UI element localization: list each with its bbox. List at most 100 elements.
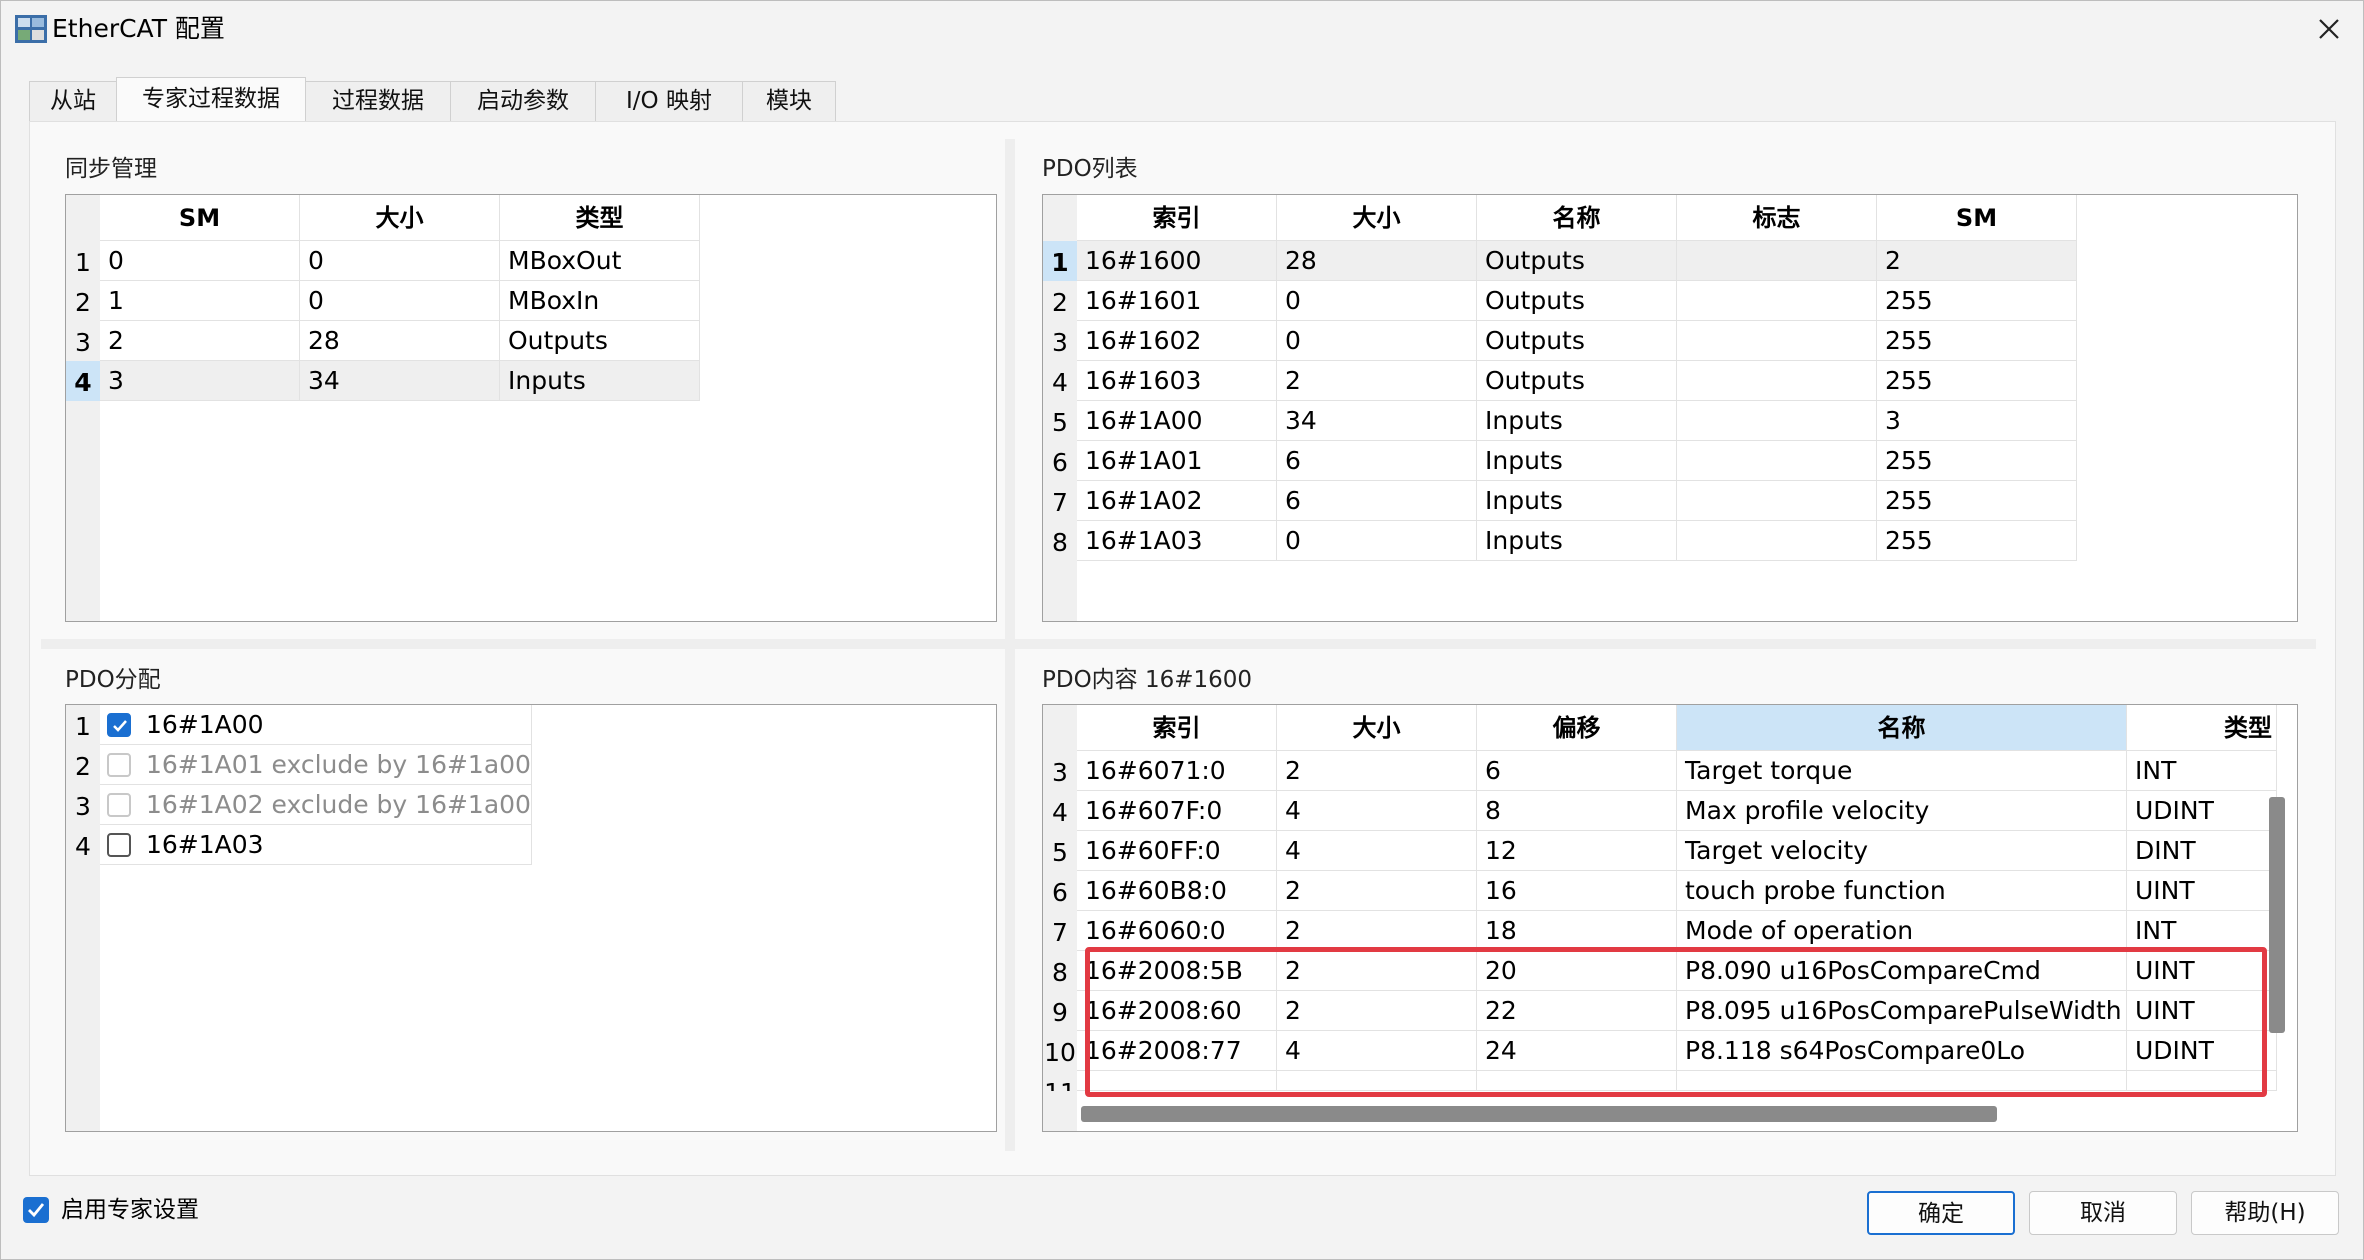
row-number: 6: [1052, 878, 1068, 907]
pdo-list-grid: 索引 大小 名称 标志 SM 1 16#1600 28 Outputs 2 2 …: [1042, 194, 2298, 622]
cell-index: 16#1A02: [1077, 481, 1277, 521]
row-number: 6: [1052, 448, 1068, 477]
cell-flags: [1677, 441, 1877, 481]
pdo-assign-label: 16#1A03: [100, 825, 532, 865]
pdo-assign-label: 16#1A01 exclude by 16#1a00: [100, 745, 532, 785]
cell-size: 6: [1277, 481, 1477, 521]
cell-sm: 255: [1877, 361, 2077, 401]
ok-button[interactable]: 确定: [1867, 1191, 2015, 1235]
row-number: 2: [75, 752, 91, 781]
cell-type: MBoxOut: [500, 241, 700, 281]
sync-manager-grid: SM 大小 类型 1 0 0 MBoxOut 2 1 0 MBoxIn 3 2 …: [65, 194, 997, 622]
cell-name: Target velocity: [1677, 831, 2127, 871]
expert-settings-label: 启用专家设置: [61, 1197, 199, 1223]
sync-manager-title: 同步管理: [65, 156, 157, 182]
cell-index: 16#1601: [1077, 281, 1277, 321]
cell-index: 16#1603: [1077, 361, 1277, 401]
column-header-sm[interactable]: SM: [100, 195, 300, 241]
tab-expert-process-data[interactable]: 专家过程数据: [116, 77, 306, 121]
column-header-offset[interactable]: 偏移: [1477, 705, 1677, 751]
cell-size: 4: [1277, 831, 1477, 871]
column-header-size[interactable]: 大小: [1277, 195, 1477, 241]
cell-name: Inputs: [1477, 441, 1677, 481]
cell-type: INT: [2127, 911, 2277, 951]
row-number: 4: [1052, 368, 1068, 397]
cell-type: DINT: [2127, 831, 2277, 871]
cell-flags: [1677, 321, 1877, 361]
column-header-sm[interactable]: SM: [1877, 195, 2077, 241]
highlight-box: [1085, 947, 2267, 1097]
column-header-size[interactable]: 大小: [300, 195, 500, 241]
row-number: 5: [1052, 838, 1068, 867]
column-header-index[interactable]: 索引: [1077, 195, 1277, 241]
cell-index: 16#1602: [1077, 321, 1277, 361]
row-number: 7: [1052, 918, 1068, 947]
cell-size: 28: [1277, 241, 1477, 281]
column-header-type[interactable]: 类型: [2127, 705, 2277, 751]
cell-index: 16#6060:0: [1077, 911, 1277, 951]
title-bar: EtherCAT 配置: [1, 1, 2363, 57]
cell-name: Inputs: [1477, 521, 1677, 561]
cell-size: 0: [300, 281, 500, 321]
cell-size: 34: [300, 361, 500, 401]
horizontal-scrollbar-thumb[interactable]: [1081, 1106, 1997, 1122]
row-number: 4: [75, 832, 91, 861]
cell-name: Target torque: [1677, 751, 2127, 791]
expert-settings-checkbox[interactable]: [23, 1197, 49, 1223]
cell-size: 0: [1277, 281, 1477, 321]
checkmark-icon: [113, 720, 127, 732]
tab-modules[interactable]: 模块: [742, 81, 836, 121]
cell-type: UINT: [2127, 871, 2277, 911]
cell-size: 0: [1277, 321, 1477, 361]
cell-sm: 255: [1877, 281, 2077, 321]
row-number: 10: [1044, 1038, 1076, 1067]
help-button[interactable]: 帮助(H): [2191, 1191, 2339, 1235]
window-title: EtherCAT 配置: [52, 14, 225, 43]
pdo-assign-checkbox[interactable]: [107, 833, 131, 857]
tab-slave[interactable]: 从站: [29, 81, 117, 121]
cell-sm: 255: [1877, 481, 2077, 521]
vertical-scrollbar-thumb[interactable]: [2269, 797, 2285, 1033]
cell-type: UDINT: [2127, 791, 2277, 831]
row-number: 9: [1052, 998, 1068, 1027]
column-header-type[interactable]: 类型: [500, 195, 700, 241]
row-number: 11: [1043, 1071, 1077, 1091]
cell-index: 16#60B8:0: [1077, 871, 1277, 911]
column-header-name[interactable]: 名称: [1677, 705, 2127, 751]
row-number: 1: [75, 248, 91, 277]
cell-type: Inputs: [500, 361, 700, 401]
cell-index: 16#607F:0: [1077, 791, 1277, 831]
cell-type: Outputs: [500, 321, 700, 361]
column-header-flags[interactable]: 标志: [1677, 195, 1877, 241]
pdo-assign-checkbox[interactable]: [107, 793, 131, 817]
tab-io-mapping[interactable]: I/O 映射: [595, 81, 743, 121]
cancel-button[interactable]: 取消: [2029, 1191, 2177, 1235]
cell-flags: [1677, 521, 1877, 561]
tab-startup-params[interactable]: 启动参数: [450, 81, 596, 121]
cell-sm: 0: [100, 241, 300, 281]
cell-flags: [1677, 401, 1877, 441]
column-header-index[interactable]: 索引: [1077, 705, 1277, 751]
cell-flags: [1677, 481, 1877, 521]
cell-size: 28: [300, 321, 500, 361]
cell-name: Outputs: [1477, 321, 1677, 361]
column-header-name[interactable]: 名称: [1477, 195, 1677, 241]
cell-size: 2: [1277, 751, 1477, 791]
row-number: 7: [1052, 488, 1068, 517]
column-header-size[interactable]: 大小: [1277, 705, 1477, 751]
pdo-assign-checkbox[interactable]: [107, 713, 131, 737]
horizontal-splitter[interactable]: [41, 639, 2316, 649]
cell-index: 16#60FF:0: [1077, 831, 1277, 871]
cell-size: 2: [1277, 361, 1477, 401]
pdo-assign-checkbox[interactable]: [107, 753, 131, 777]
row-number: 8: [1052, 958, 1068, 987]
cell-flags: [1677, 361, 1877, 401]
cell-name: Outputs: [1477, 281, 1677, 321]
cell-size: 2: [1277, 911, 1477, 951]
row-number: 3: [1052, 328, 1068, 357]
close-button[interactable]: [2301, 7, 2357, 51]
row-number: 4: [66, 361, 100, 401]
row-number: 8: [1052, 528, 1068, 557]
cell-type: MBoxIn: [500, 281, 700, 321]
tab-process-data[interactable]: 过程数据: [305, 81, 451, 121]
